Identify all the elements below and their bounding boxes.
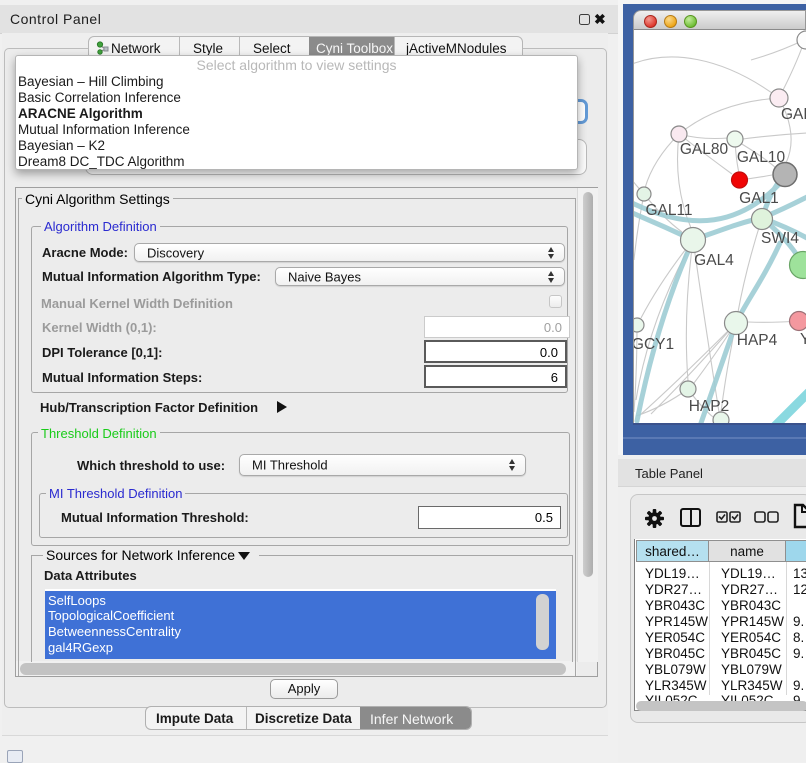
svg-text:GAL10: GAL10 (737, 149, 786, 166)
svg-text:GAL1: GAL1 (739, 190, 779, 207)
svg-text:YJ: YJ (800, 331, 806, 348)
svg-text:GAL4: GAL4 (694, 252, 734, 269)
svg-text:GAL11: GAL11 (645, 202, 692, 219)
svg-text:HAP4: HAP4 (737, 332, 778, 349)
svg-text:GCY1: GCY1 (634, 336, 674, 353)
svg-text:HAP2: HAP2 (689, 398, 730, 415)
svg-text:SWI4: SWI4 (761, 230, 799, 247)
svg-text:GAL7: GAL7 (781, 106, 806, 123)
svg-text:GAL80: GAL80 (680, 141, 729, 158)
